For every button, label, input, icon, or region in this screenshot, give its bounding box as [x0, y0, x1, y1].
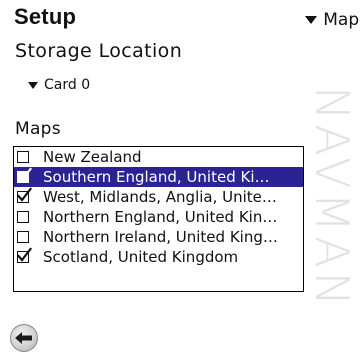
view-selector-dropdown[interactable]: Maps [305, 10, 360, 30]
map-list-item[interactable]: Southern England, United Kingdom [14, 167, 303, 187]
brand-watermark: NAVMAN [305, 48, 359, 348]
checkmark-icon [16, 187, 33, 202]
maps-section-label: Maps [15, 119, 61, 139]
map-item-label: Northern England, United Kingdom [43, 208, 278, 226]
checkmark-icon [16, 247, 33, 262]
view-selector-label: Maps [323, 10, 360, 30]
checkbox[interactable] [16, 167, 33, 183]
page-title: Setup [14, 4, 77, 29]
map-list-item[interactable]: New Zealand [14, 147, 303, 167]
map-list[interactable]: New Zealand Southern England, United Kin… [13, 146, 304, 292]
storage-location-dropdown[interactable]: Card 0 [28, 77, 90, 93]
map-item-label: New Zealand [43, 148, 142, 166]
map-item-label: Northern Ireland, United Kingdom [43, 228, 278, 246]
map-list-item[interactable]: Scotland, United Kingdom [14, 247, 303, 267]
map-list-item[interactable]: Northern Ireland, United Kingdom [14, 227, 303, 247]
checkmark-icon [16, 167, 33, 182]
storage-location-label: Storage Location [15, 40, 183, 62]
checkbox[interactable] [16, 187, 33, 203]
map-item-label: Southern England, United Kingdom [43, 168, 278, 186]
back-button[interactable] [10, 324, 38, 352]
map-list-item[interactable]: West, Midlands, Anglia, United Kingdom [14, 187, 303, 207]
map-item-label: Scotland, United Kingdom [43, 248, 239, 266]
back-arrow-icon [15, 332, 32, 344]
checkbox[interactable] [17, 151, 29, 163]
watermark-text: NAVMAN [305, 86, 360, 310]
checkbox[interactable] [17, 231, 29, 243]
checkbox[interactable] [16, 247, 33, 263]
triangle-down-icon [305, 16, 318, 24]
map-list-item[interactable]: Northern England, United Kingdom [14, 207, 303, 227]
checkbox[interactable] [17, 211, 29, 223]
storage-location-value: Card 0 [44, 77, 91, 93]
triangle-down-icon [28, 81, 38, 89]
map-item-label: West, Midlands, Anglia, United Kingdom [43, 188, 278, 206]
